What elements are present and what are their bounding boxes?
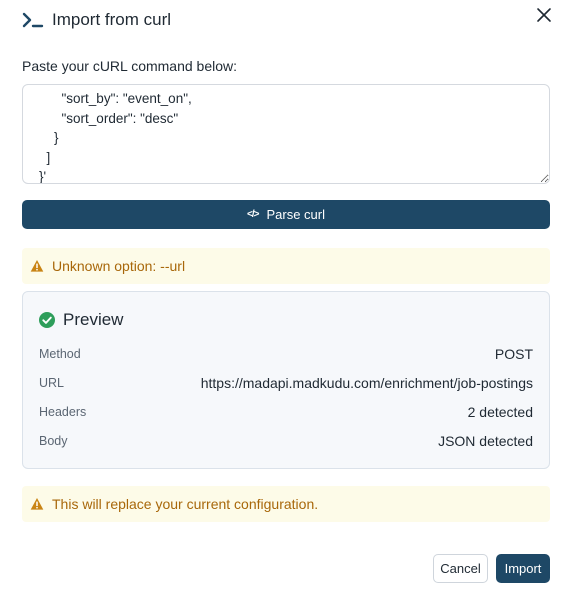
curl-input-label: Paste your cURL command below: bbox=[22, 58, 238, 74]
dialog-title: Import from curl bbox=[52, 10, 172, 29]
preview-value: JSON detected bbox=[438, 433, 533, 449]
replace-config-text: This will replace your current configura… bbox=[52, 496, 319, 512]
replace-config-warning: This will replace your current configura… bbox=[22, 486, 550, 522]
check-circle-icon bbox=[39, 312, 55, 328]
preview-row-method: Method POST bbox=[39, 344, 533, 364]
warning-icon bbox=[30, 498, 44, 510]
preview-value: POST bbox=[494, 346, 533, 362]
preview-key: URL bbox=[39, 376, 65, 390]
warning-icon bbox=[30, 260, 44, 272]
preview-panel: Preview Method POST URL https://madapi.m… bbox=[22, 291, 550, 469]
preview-row-body: Body JSON detected bbox=[39, 431, 533, 451]
preview-title: Preview bbox=[63, 310, 124, 329]
preview-row-url: URL https://madapi.madkudu.com/enrichmen… bbox=[39, 373, 533, 393]
preview-header: Preview bbox=[39, 310, 123, 330]
preview-value: https://madapi.madkudu.com/enrichment/jo… bbox=[200, 375, 533, 391]
parse-curl-label: Parse curl bbox=[266, 207, 325, 222]
preview-key: Body bbox=[39, 434, 68, 448]
cancel-button[interactable]: Cancel bbox=[433, 554, 488, 583]
import-curl-dialog: Import from curl Paste your cURL command… bbox=[0, 0, 574, 600]
unknown-option-text: Unknown option: --url bbox=[52, 258, 186, 274]
code-icon: </> bbox=[247, 209, 260, 220]
preview-row-headers: Headers 2 detected bbox=[39, 402, 533, 422]
preview-key: Headers bbox=[39, 405, 87, 419]
curl-command-textarea[interactable] bbox=[22, 84, 550, 184]
dialog-header: Import from curl bbox=[22, 8, 556, 32]
close-icon[interactable] bbox=[536, 7, 552, 23]
curl-textarea-wrap bbox=[22, 84, 550, 184]
import-button[interactable]: Import bbox=[496, 554, 550, 583]
preview-key: Method bbox=[39, 347, 81, 361]
parse-curl-button[interactable]: </> Parse curl bbox=[22, 200, 550, 229]
terminal-icon bbox=[22, 12, 44, 28]
unknown-option-warning: Unknown option: --url bbox=[22, 248, 550, 284]
preview-value: 2 detected bbox=[467, 404, 533, 420]
